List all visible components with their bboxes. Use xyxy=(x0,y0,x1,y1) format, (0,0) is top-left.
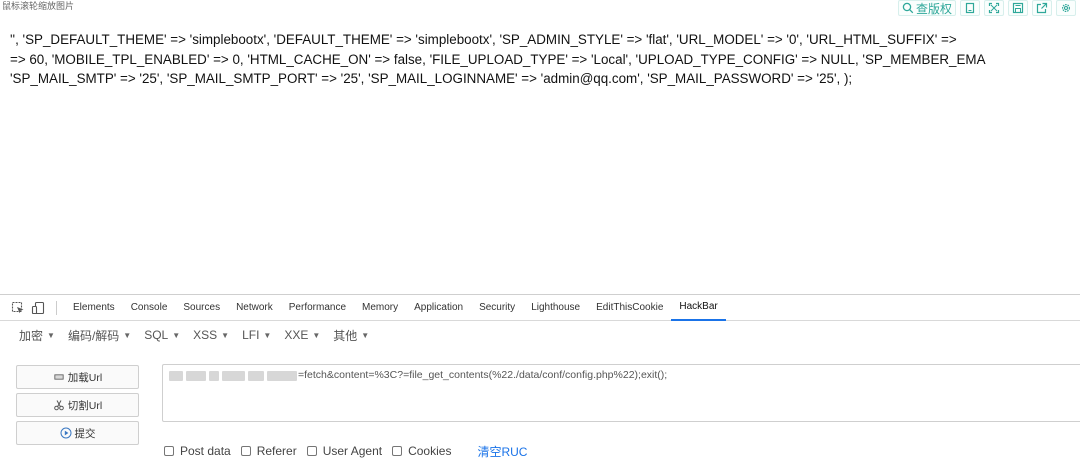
caret-down-icon: ▼ xyxy=(361,330,370,340)
tab-console[interactable]: Console xyxy=(123,295,176,321)
devtools-tabbar: Elements Console Sources Network Perform… xyxy=(0,295,1080,321)
config-line: '', 'SP_DEFAULT_THEME' => 'simplebootx',… xyxy=(10,32,961,47)
caret-down-icon: ▼ xyxy=(312,330,321,340)
menu-label: XXE xyxy=(284,328,309,342)
device-icon xyxy=(31,301,45,314)
tab-hackbar[interactable]: HackBar xyxy=(671,295,726,321)
menu-xxe[interactable]: XXE ▼ xyxy=(284,328,320,342)
caret-down-icon: ▼ xyxy=(172,330,181,340)
copyright-check-label: 查版权 xyxy=(915,1,952,16)
menu-label: XSS xyxy=(193,328,218,342)
caret-down-icon: ▼ xyxy=(47,330,55,340)
url-value: =fetch&content=%3C?=file_get_contents(%2… xyxy=(298,369,668,381)
inspect-element-button[interactable] xyxy=(10,300,26,316)
save-icon xyxy=(1012,2,1024,14)
split-url-label: 切割Url xyxy=(67,399,103,412)
option-label: Cookies xyxy=(408,444,452,458)
url-textarea[interactable]: =fetch&content=%3C?=file_get_contents(%2… xyxy=(162,364,1080,422)
zoom-hint: 鼠标滚轮缩放图片 xyxy=(2,1,75,11)
menu-label: 其他 xyxy=(333,328,358,343)
tab-lighthouse[interactable]: Lighthouse xyxy=(523,295,588,321)
clear-ruc-link[interactable]: 清空RUC xyxy=(477,443,527,460)
redacted-url-prefix xyxy=(169,371,297,381)
page-content: 鼠标滚轮缩放图片 查版权 '', 'SP_DEFAULT_THEME' => '… xyxy=(0,0,1080,290)
user-agent-option[interactable]: User Agent xyxy=(306,444,383,458)
menu-label: 加密 xyxy=(19,328,44,343)
request-options: Post data Referer User Agent Cookies 清空R… xyxy=(164,443,527,460)
share-button[interactable] xyxy=(1032,0,1052,16)
load-url-icon xyxy=(53,371,65,383)
tab-memory[interactable]: Memory xyxy=(354,295,406,321)
share-icon xyxy=(1036,2,1048,14)
inspect-icon xyxy=(11,301,24,313)
menu-encode-decode[interactable]: 编码/解码 ▼ xyxy=(68,327,131,344)
settings-icon xyxy=(1061,3,1071,13)
save-button[interactable] xyxy=(1008,0,1028,16)
referer-checkbox[interactable] xyxy=(240,446,251,456)
config-line: => 60, 'MOBILE_TPL_ENABLED' => 0, 'HTML_… xyxy=(10,51,986,67)
menu-xss[interactable]: XSS ▼ xyxy=(193,328,229,342)
load-url-button[interactable]: 加载Url xyxy=(16,365,139,389)
caret-down-icon: ▼ xyxy=(123,330,132,340)
post-data-checkbox[interactable] xyxy=(164,446,174,456)
tabbar-divider xyxy=(56,300,57,315)
split-url-button[interactable]: 切割Url xyxy=(16,393,139,417)
menu-label: LFI xyxy=(242,328,260,342)
hackbar-actions: 加载Url 切割Url 提交 xyxy=(16,365,139,449)
user-agent-checkbox[interactable] xyxy=(306,446,317,456)
caret-down-icon: ▼ xyxy=(263,330,272,340)
tab-performance[interactable]: Performance xyxy=(281,295,354,321)
cookies-checkbox[interactable] xyxy=(392,446,403,456)
play-icon xyxy=(60,427,72,439)
tab-sources[interactable]: Sources xyxy=(175,295,228,321)
referer-option[interactable]: Referer xyxy=(240,444,297,458)
menu-sql[interactable]: SQL ▼ xyxy=(144,328,180,342)
config-output: '', 'SP_DEFAULT_THEME' => 'simplebootx',… xyxy=(10,30,1080,89)
option-label: User Agent xyxy=(322,444,383,458)
copy-icon xyxy=(965,2,975,14)
tab-security[interactable]: Security xyxy=(471,295,523,321)
image-toolbar-bar: 鼠标滚轮缩放图片 查版权 xyxy=(0,0,1080,18)
fullscreen-button[interactable] xyxy=(984,0,1004,16)
tab-network[interactable]: Network xyxy=(228,295,281,321)
cookies-option[interactable]: Cookies xyxy=(392,444,451,458)
option-label: Post data xyxy=(180,444,231,458)
load-url-label: 加载Url xyxy=(67,371,103,384)
caret-down-icon: ▼ xyxy=(221,330,230,340)
post-data-option[interactable]: Post data xyxy=(164,444,231,458)
fullscreen-icon xyxy=(988,2,1000,14)
menu-label: SQL xyxy=(144,328,169,342)
devtools-panel: Elements Console Sources Network Perform… xyxy=(0,294,1080,464)
copyright-check-button[interactable]: 查版权 xyxy=(897,0,956,16)
option-label: Referer xyxy=(256,444,297,458)
settings-button[interactable] xyxy=(1056,0,1076,16)
scissors-icon xyxy=(53,399,65,411)
menu-lfi[interactable]: LFI ▼ xyxy=(242,328,271,342)
hackbar-menubar: 加密 ▼ 编码/解码 ▼ SQL ▼ XSS ▼ LFI ▼ XXE ▼ 其他 ▼ xyxy=(0,322,1080,348)
config-line: 'SP_MAIL_SMTP' => '25', 'SP_MAIL_SMTP_PO… xyxy=(10,71,853,86)
tab-application[interactable]: Application xyxy=(406,295,471,321)
search-icon xyxy=(902,2,914,14)
tab-elements[interactable]: Elements xyxy=(65,295,123,321)
image-toolbar: 查版权 xyxy=(897,0,1076,16)
device-toolbar-button[interactable] xyxy=(30,300,46,316)
menu-label: 编码/解码 xyxy=(67,328,120,343)
copy-button[interactable] xyxy=(960,0,980,16)
submit-label: 提交 xyxy=(74,427,96,440)
menu-encrypt[interactable]: 加密 ▼ xyxy=(19,327,55,344)
menu-other[interactable]: 其他 ▼ xyxy=(333,327,369,344)
submit-button[interactable]: 提交 xyxy=(16,421,139,445)
tab-editthiscookie[interactable]: EditThisCookie xyxy=(588,295,671,321)
